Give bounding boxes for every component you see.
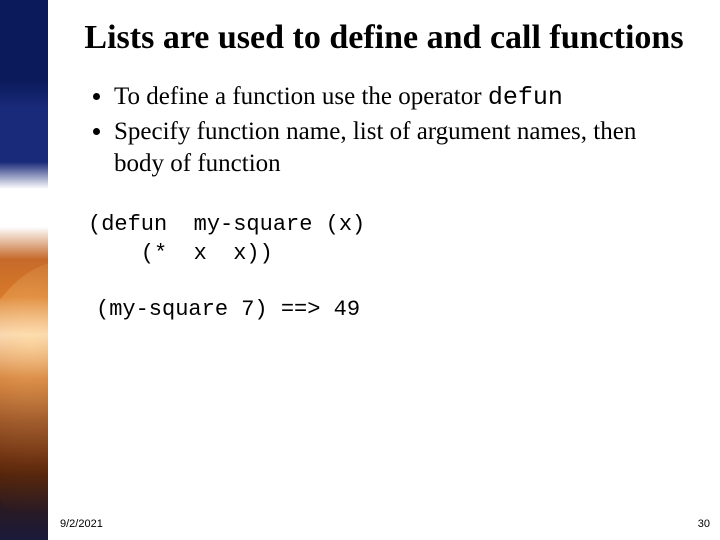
footer-page-number: 30 [698,518,710,530]
page-title: Lists are used to define and call functi… [78,18,690,59]
list-item: Specify function name, list of argument … [114,116,690,180]
code-result: (my-square 7) ==> 49 [96,297,690,322]
inline-code: defun [488,83,563,112]
bullet-list: To define a function use the operator de… [78,81,690,180]
footer-date: 9/2/2021 [60,518,103,530]
code-block: (defun my-square (x) (* x x)) [88,210,690,269]
bullet-text: Specify function name, list of argument … [114,118,636,177]
slide-content: Lists are used to define and call functi… [48,0,720,540]
decorative-sidebar [0,0,48,540]
list-item: To define a function use the operator de… [114,81,690,114]
bullet-text: To define a function use the operator [114,83,488,110]
